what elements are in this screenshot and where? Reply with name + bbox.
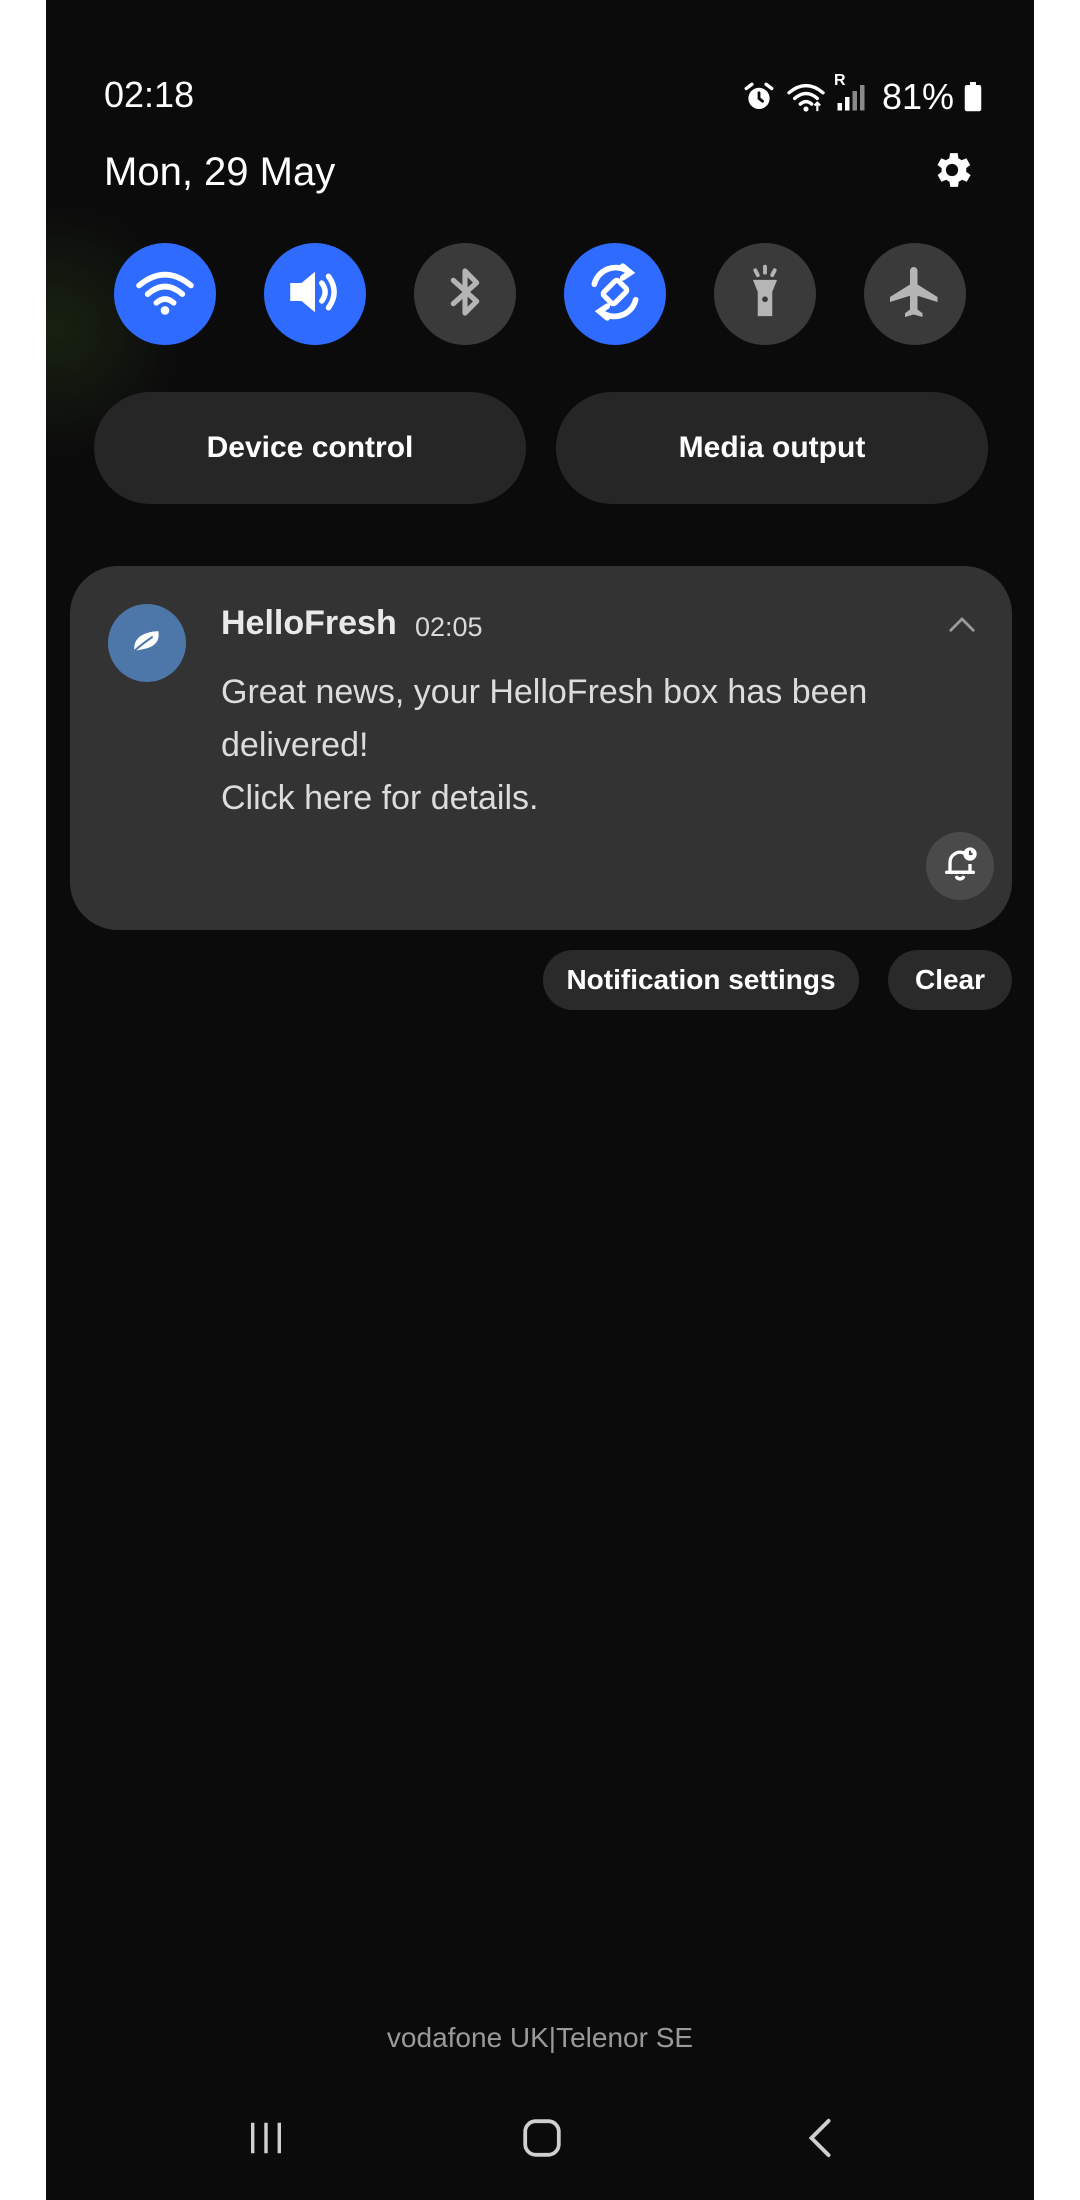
flashlight-icon xyxy=(745,263,785,326)
clear-button[interactable]: Clear xyxy=(888,950,1012,1010)
home-button[interactable] xyxy=(502,2100,582,2180)
notification-card[interactable]: HelloFresh 02:05 Great news, your HelloF… xyxy=(70,566,1012,930)
notification-settings-button[interactable]: Notification settings xyxy=(543,950,859,1010)
roaming-indicator: R xyxy=(833,72,846,89)
status-icons: R 81% xyxy=(742,72,982,118)
battery-percent: 81% xyxy=(881,76,954,117)
wifi-toggle[interactable] xyxy=(114,243,216,345)
airplane-icon xyxy=(885,262,945,327)
recents-button[interactable] xyxy=(226,2100,306,2180)
status-time: 02:18 xyxy=(104,74,195,115)
notification-body: Great news, your HelloFresh box has been… xyxy=(221,666,961,825)
notification-time: 02:05 xyxy=(415,612,483,642)
notification-shade: 02:18 R 81% Mon, 29 May Device control M… xyxy=(46,0,1034,2200)
wifi-icon xyxy=(786,80,826,114)
snooze-button[interactable] xyxy=(926,832,994,900)
media-output-button[interactable]: Media output xyxy=(556,392,988,504)
device-control-button[interactable]: Device control xyxy=(94,392,526,504)
auto-rotate-toggle[interactable] xyxy=(564,243,666,345)
bluetooth-toggle[interactable] xyxy=(414,243,516,345)
airplane-mode-toggle[interactable] xyxy=(864,243,966,345)
date-label: Mon, 29 May xyxy=(104,150,336,194)
alarm-icon xyxy=(742,80,776,114)
back-button[interactable] xyxy=(780,2100,860,2180)
volume-icon xyxy=(285,265,345,324)
home-icon xyxy=(521,2117,563,2164)
hellofresh-leaf-icon xyxy=(130,626,164,661)
signal-icon: R xyxy=(834,72,866,112)
bell-snooze-icon xyxy=(940,844,980,889)
flashlight-toggle[interactable] xyxy=(714,243,816,345)
gear-icon xyxy=(929,147,975,198)
notification-line-3: Click here for details. xyxy=(221,779,539,817)
carrier-label: vodafone UK|Telenor SE xyxy=(386,2022,694,2053)
notification-app-name: HelloFresh xyxy=(221,604,397,642)
notification-line-2: delivered! xyxy=(221,726,369,764)
rotate-icon xyxy=(584,261,646,328)
collapse-button[interactable] xyxy=(942,606,982,646)
chevron-up-icon xyxy=(947,614,977,639)
sound-toggle[interactable] xyxy=(264,243,366,345)
settings-button[interactable] xyxy=(926,146,978,198)
battery-icon xyxy=(964,82,982,112)
recents-icon xyxy=(246,2119,286,2162)
navigation-bar xyxy=(46,2100,1034,2180)
back-icon xyxy=(805,2116,835,2165)
app-icon xyxy=(108,604,186,682)
notification-line-1: Great news, your HelloFresh box has been xyxy=(221,673,868,711)
bluetooth-icon xyxy=(445,264,485,325)
wifi-icon xyxy=(134,266,196,323)
